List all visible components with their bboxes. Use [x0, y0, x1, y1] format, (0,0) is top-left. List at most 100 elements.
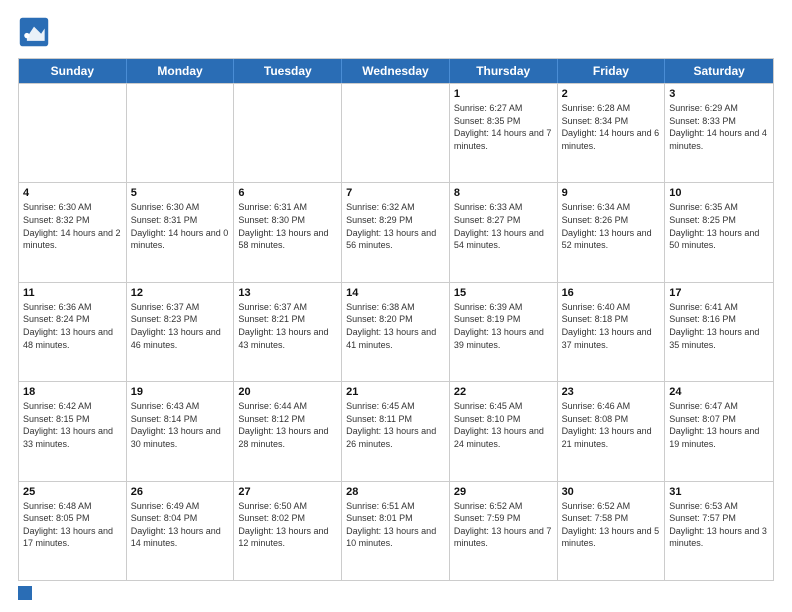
cal-cell: 11 Sunrise: 6:36 AM Sunset: 8:24 PM Dayli… [19, 283, 127, 381]
day-number: 12 [131, 287, 230, 299]
day-info: Sunrise: 6:53 AM Sunset: 7:57 PM Dayligh… [669, 500, 769, 550]
day-number: 10 [669, 187, 769, 199]
day-info: Sunrise: 6:30 AM Sunset: 8:32 PM Dayligh… [23, 201, 122, 251]
day-info: Sunrise: 6:38 AM Sunset: 8:20 PM Dayligh… [346, 301, 445, 351]
day-number: 31 [669, 486, 769, 498]
cal-cell: 21 Sunrise: 6:45 AM Sunset: 8:11 PM Dayli… [342, 382, 450, 480]
day-number: 24 [669, 386, 769, 398]
header [18, 16, 774, 48]
cal-cell [19, 84, 127, 182]
day-number: 1 [454, 88, 553, 100]
cal-cell: 26 Sunrise: 6:49 AM Sunset: 8:04 PM Dayli… [127, 482, 235, 580]
week-row-3: 11 Sunrise: 6:36 AM Sunset: 8:24 PM Dayli… [19, 282, 773, 381]
cal-cell: 25Sunrise: 6:48 AM Sunset: 8:05 PM Dayli… [19, 482, 127, 580]
day-info: Sunrise: 6:51 AM Sunset: 8:01 PM Dayligh… [346, 500, 445, 550]
day-info: Sunrise: 6:41 AM Sunset: 8:16 PM Dayligh… [669, 301, 769, 351]
cal-cell [127, 84, 235, 182]
day-number: 19 [131, 386, 230, 398]
week-row-4: 18 Sunrise: 6:42 AM Sunset: 8:15 PM Dayli… [19, 381, 773, 480]
day-number: 7 [346, 187, 445, 199]
day-info: Sunrise: 6:36 AM Sunset: 8:24 PM Dayligh… [23, 301, 122, 351]
day-number: 29 [454, 486, 553, 498]
day-info: Sunrise: 6:40 AM Sunset: 8:18 PM Dayligh… [562, 301, 661, 351]
header-day-tuesday: Tuesday [234, 59, 342, 83]
cal-cell: 23 Sunrise: 6:46 AM Sunset: 8:08 PM Dayli… [558, 382, 666, 480]
cal-cell: 4 Sunrise: 6:30 AM Sunset: 8:32 PM Daylig… [19, 183, 127, 281]
cal-cell: 12 Sunrise: 6:37 AM Sunset: 8:23 PM Dayli… [127, 283, 235, 381]
day-number: 22 [454, 386, 553, 398]
cal-cell: 5 Sunrise: 6:30 AM Sunset: 8:31 PM Daylig… [127, 183, 235, 281]
day-info: Sunrise: 6:27 AM Sunset: 8:35 PM Dayligh… [454, 102, 553, 152]
cal-cell: 1 Sunrise: 6:27 AM Sunset: 8:35 PM Daylig… [450, 84, 558, 182]
cal-cell: 18 Sunrise: 6:42 AM Sunset: 8:15 PM Dayli… [19, 382, 127, 480]
cal-cell: 31 Sunrise: 6:53 AM Sunset: 7:57 PM Dayli… [665, 482, 773, 580]
day-number: 14 [346, 287, 445, 299]
day-info: Sunrise: 6:44 AM Sunset: 8:12 PM Dayligh… [238, 400, 337, 450]
day-number: 15 [454, 287, 553, 299]
cal-cell: 24Sunrise: 6:47 AM Sunset: 8:07 PM Dayli… [665, 382, 773, 480]
day-number: 3 [669, 88, 769, 100]
calendar-header: SundayMondayTuesdayWednesdayThursdayFrid… [19, 59, 773, 83]
cal-cell: 22 Sunrise: 6:45 AM Sunset: 8:10 PM Dayli… [450, 382, 558, 480]
cal-cell: 28 Sunrise: 6:51 AM Sunset: 8:01 PM Dayli… [342, 482, 450, 580]
calendar-body: 1 Sunrise: 6:27 AM Sunset: 8:35 PM Daylig… [19, 83, 773, 580]
day-number: 21 [346, 386, 445, 398]
header-day-wednesday: Wednesday [342, 59, 450, 83]
day-info: Sunrise: 6:46 AM Sunset: 8:08 PM Dayligh… [562, 400, 661, 450]
cal-cell: 16 Sunrise: 6:40 AM Sunset: 8:18 PM Dayli… [558, 283, 666, 381]
cal-cell: 8 Sunrise: 6:33 AM Sunset: 8:27 PM Daylig… [450, 183, 558, 281]
logo-icon [18, 16, 50, 48]
day-info: Sunrise: 6:28 AM Sunset: 8:34 PM Dayligh… [562, 102, 661, 152]
day-info: Sunrise: 6:42 AM Sunset: 8:15 PM Dayligh… [23, 400, 122, 450]
day-number: 20 [238, 386, 337, 398]
day-info: Sunrise: 6:52 AM Sunset: 7:58 PM Dayligh… [562, 500, 661, 550]
cal-cell: 29 Sunrise: 6:52 AM Sunset: 7:59 PM Dayli… [450, 482, 558, 580]
day-info: Sunrise: 6:37 AM Sunset: 8:21 PM Dayligh… [238, 301, 337, 351]
day-number: 26 [131, 486, 230, 498]
header-day-saturday: Saturday [665, 59, 773, 83]
header-day-thursday: Thursday [450, 59, 558, 83]
week-row-5: 25Sunrise: 6:48 AM Sunset: 8:05 PM Dayli… [19, 481, 773, 580]
logo [18, 16, 54, 48]
cal-cell: 27Sunrise: 6:50 AM Sunset: 8:02 PM Dayli… [234, 482, 342, 580]
day-number: 4 [23, 187, 122, 199]
day-info: Sunrise: 6:45 AM Sunset: 8:11 PM Dayligh… [346, 400, 445, 450]
day-number: 23 [562, 386, 661, 398]
day-number: 5 [131, 187, 230, 199]
day-number: 11 [23, 287, 122, 299]
day-number: 16 [562, 287, 661, 299]
cal-cell: 2 Sunrise: 6:28 AM Sunset: 8:34 PM Daylig… [558, 84, 666, 182]
day-number: 28 [346, 486, 445, 498]
cal-cell: 14 Sunrise: 6:38 AM Sunset: 8:20 PM Dayli… [342, 283, 450, 381]
page: SundayMondayTuesdayWednesdayThursdayFrid… [0, 0, 792, 612]
cal-cell: 30Sunrise: 6:52 AM Sunset: 7:58 PM Dayli… [558, 482, 666, 580]
day-number: 13 [238, 287, 337, 299]
cal-cell [342, 84, 450, 182]
cal-cell: 20 Sunrise: 6:44 AM Sunset: 8:12 PM Dayli… [234, 382, 342, 480]
header-day-monday: Monday [127, 59, 235, 83]
cal-cell: 7Sunrise: 6:32 AM Sunset: 8:29 PM Daylig… [342, 183, 450, 281]
cal-cell: 10 Sunrise: 6:35 AM Sunset: 8:25 PM Dayli… [665, 183, 773, 281]
header-day-sunday: Sunday [19, 59, 127, 83]
day-number: 17 [669, 287, 769, 299]
cal-cell [234, 84, 342, 182]
day-number: 2 [562, 88, 661, 100]
day-info: Sunrise: 6:30 AM Sunset: 8:31 PM Dayligh… [131, 201, 230, 251]
day-info: Sunrise: 6:34 AM Sunset: 8:26 PM Dayligh… [562, 201, 661, 251]
day-info: Sunrise: 6:39 AM Sunset: 8:19 PM Dayligh… [454, 301, 553, 351]
day-info: Sunrise: 6:52 AM Sunset: 7:59 PM Dayligh… [454, 500, 553, 550]
day-number: 18 [23, 386, 122, 398]
cal-cell: 19Sunrise: 6:43 AM Sunset: 8:14 PM Dayli… [127, 382, 235, 480]
cal-cell: 13 Sunrise: 6:37 AM Sunset: 8:21 PM Dayli… [234, 283, 342, 381]
day-info: Sunrise: 6:35 AM Sunset: 8:25 PM Dayligh… [669, 201, 769, 251]
day-number: 6 [238, 187, 337, 199]
day-info: Sunrise: 6:45 AM Sunset: 8:10 PM Dayligh… [454, 400, 553, 450]
week-row-1: 1 Sunrise: 6:27 AM Sunset: 8:35 PM Daylig… [19, 83, 773, 182]
day-info: Sunrise: 6:49 AM Sunset: 8:04 PM Dayligh… [131, 500, 230, 550]
day-info: Sunrise: 6:33 AM Sunset: 8:27 PM Dayligh… [454, 201, 553, 251]
day-number: 8 [454, 187, 553, 199]
day-info: Sunrise: 6:37 AM Sunset: 8:23 PM Dayligh… [131, 301, 230, 351]
cal-cell: 6Sunrise: 6:31 AM Sunset: 8:30 PM Daylig… [234, 183, 342, 281]
note-swatch [18, 586, 32, 600]
cal-cell: 17 Sunrise: 6:41 AM Sunset: 8:16 PM Dayli… [665, 283, 773, 381]
